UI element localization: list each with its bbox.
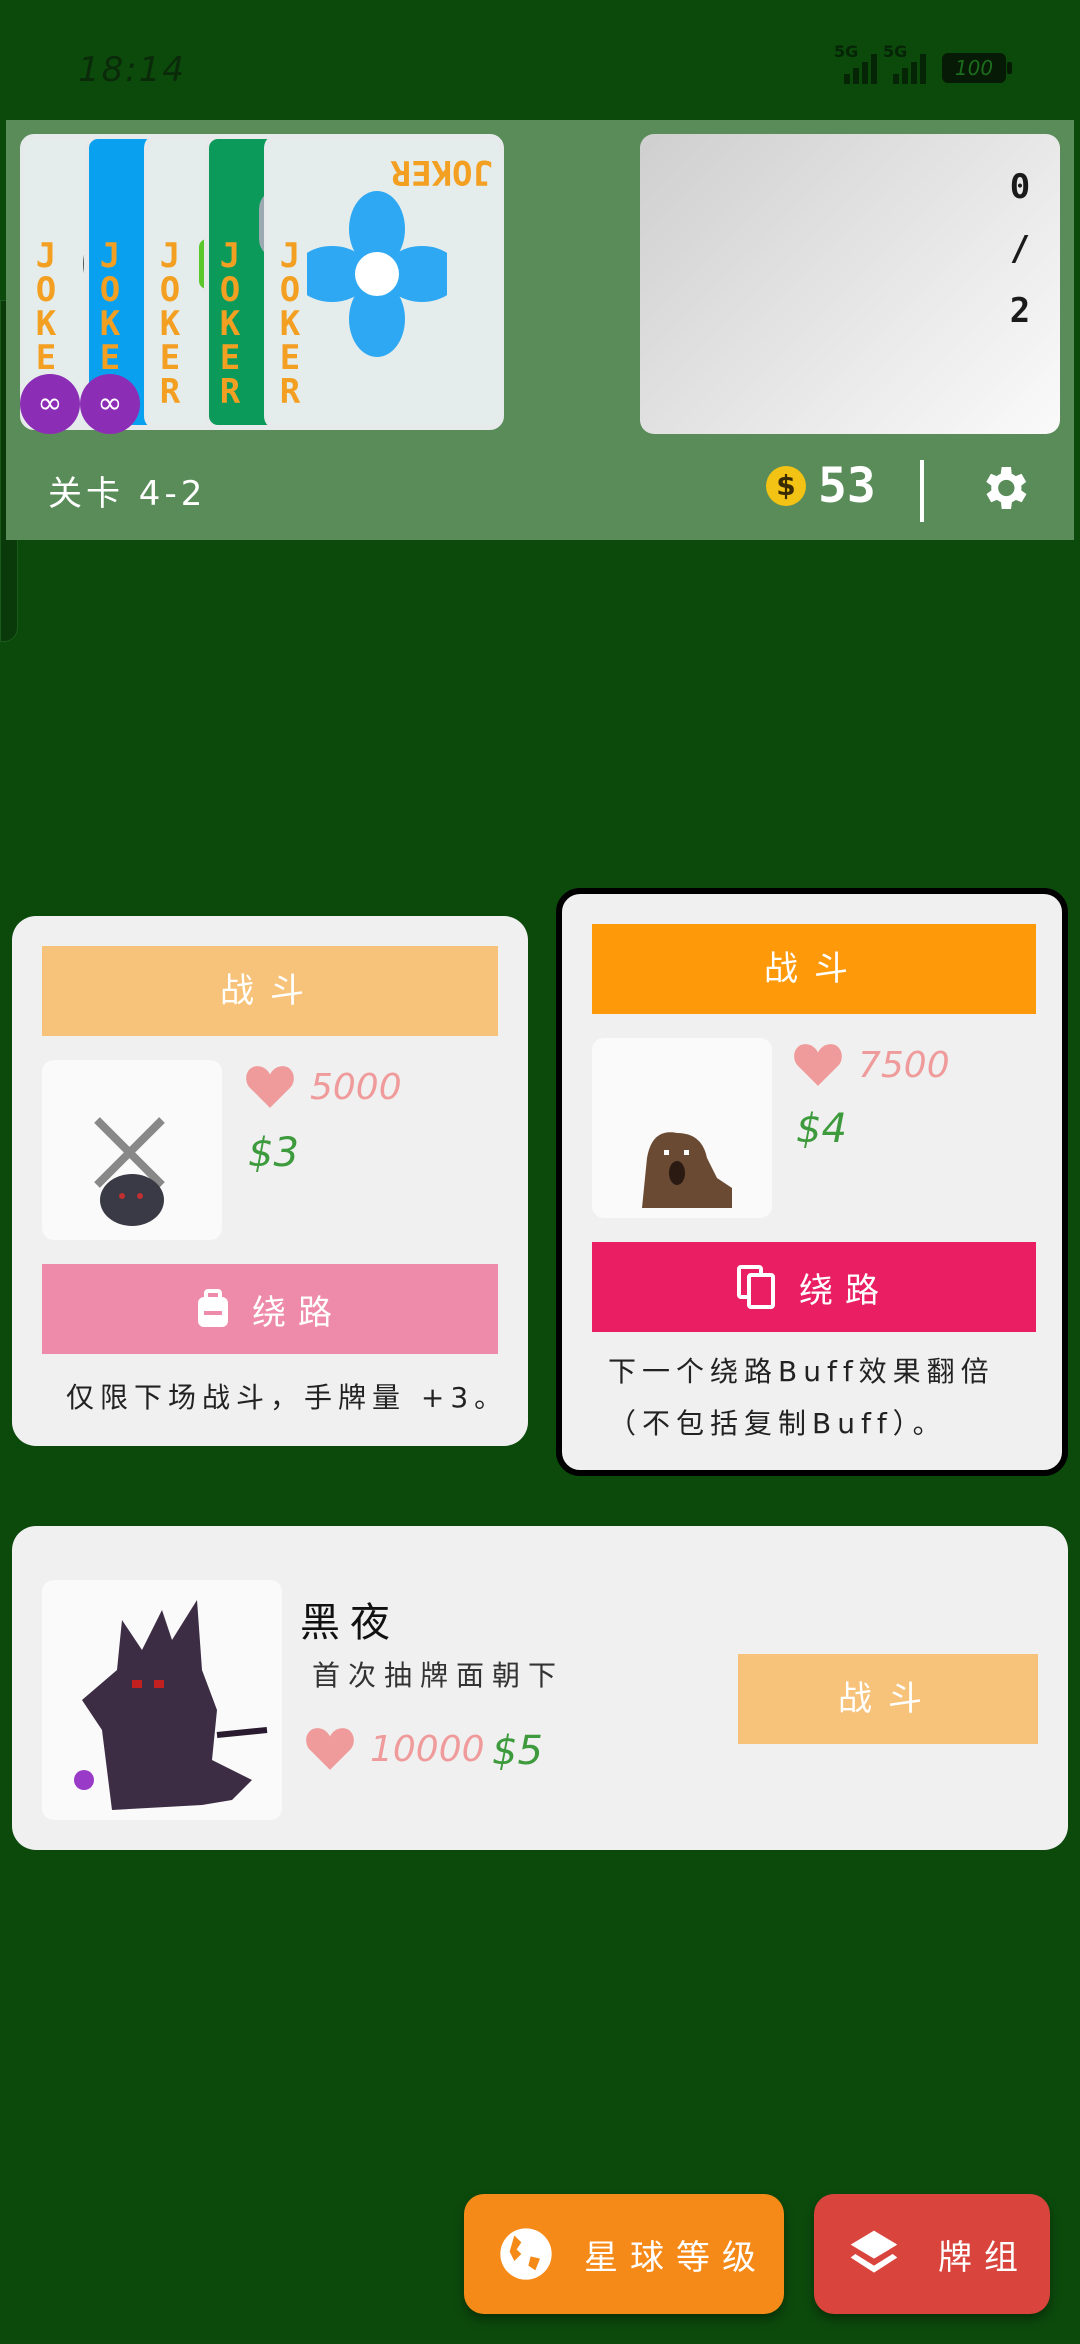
dark-shadow-boss-icon (74, 1600, 268, 1810)
status-time: 18:14 (78, 50, 186, 90)
copy-icon (737, 1265, 775, 1309)
boss-effect: 首次抽牌面朝下 (312, 1659, 565, 1692)
hp-stat: 5000 (244, 1064, 402, 1110)
skip-description: 仅限下场战斗，手牌量 +3。 (66, 1381, 509, 1414)
status-bar: 18:14 5G 5G 100 (0, 0, 1080, 120)
consumable-slot[interactable]: 0 / 2 (640, 134, 1060, 434)
gear-icon[interactable] (976, 460, 1032, 516)
boss-portrait (42, 1580, 282, 1820)
skip-button[interactable]: 绕路 (592, 1242, 1036, 1332)
globe-icon (500, 2228, 552, 2280)
joker-label-inverted: JOKER (390, 152, 493, 192)
enemy-portrait (42, 1060, 222, 1240)
hp-value: 5000 (310, 1066, 402, 1108)
level-label: 关卡 4-2 (48, 474, 207, 514)
money-value: 53 (818, 458, 876, 514)
coin-icon: $ (766, 466, 806, 506)
skip-label: 绕路 (799, 1270, 891, 1311)
divider (920, 460, 924, 522)
blind-card-small: 战斗 5000 $3 绕路 仅限下场战斗，手牌量 +3。 (12, 916, 528, 1446)
deck-label: 牌组 (938, 2237, 1030, 2278)
skip-description-line-2: （不包括复制Buff）。 (608, 1407, 947, 1440)
fight-button[interactable]: 战斗 (592, 924, 1036, 1014)
deck-button[interactable]: 牌组 (814, 2194, 1050, 2314)
signal-icon-2: 5G (883, 42, 926, 84)
reward-value: $5 (492, 1728, 543, 1774)
slot-count-separator: / (1009, 229, 1031, 269)
signal-icon: 5G (834, 42, 877, 84)
heart-icon (306, 1728, 354, 1770)
joker-label: JOKER (279, 236, 301, 412)
slot-count-max: 2 (1009, 291, 1031, 331)
joker-label: JOKER (159, 236, 181, 412)
joker-card-5[interactable]: JOKER JOKER (264, 134, 504, 430)
enemy-portrait (592, 1038, 772, 1218)
mud-monster-icon (642, 1132, 732, 1208)
hp-value: 7500 (858, 1044, 950, 1086)
hp-stat: 10000 (304, 1726, 485, 1772)
boss-name: 黑夜 (300, 1600, 400, 1646)
top-panel: JOKER JOKER JOKER JOKER (6, 120, 1074, 540)
slot-counter: 0 / 2 (1000, 156, 1040, 342)
joker-strip: JOKER JOKER JOKER JOKER (20, 134, 624, 434)
reward-value: $4 (796, 1106, 847, 1152)
hp-stat: 7500 (792, 1042, 950, 1088)
fight-button[interactable]: 战斗 (42, 946, 498, 1036)
layers-icon (850, 2230, 898, 2273)
planet-level-button[interactable]: 星球等级 (464, 2194, 784, 2314)
heart-icon (794, 1044, 842, 1086)
infinity-badge: ∞ (20, 374, 80, 434)
battery-icon: 100 (942, 53, 1012, 83)
planet-level-label: 星球等级 (584, 2237, 768, 2278)
heart-icon (246, 1066, 294, 1108)
network-type-label-2: 5G (883, 42, 908, 61)
blue-flower-icon (307, 191, 447, 357)
hp-value: 10000 (370, 1728, 485, 1770)
joker-label: JOKER (219, 236, 241, 412)
skip-label: 绕路 (252, 1292, 344, 1333)
network-type-label: 5G (834, 42, 859, 61)
status-indicators: 5G 5G 100 (834, 42, 1012, 84)
slot-count-current: 0 (1009, 167, 1031, 207)
infinity-badge: ∞ (80, 374, 140, 434)
reward-value: $3 (248, 1130, 299, 1176)
fight-button[interactable]: 战斗 (738, 1654, 1038, 1744)
skip-description: 下一个绕路Buff效果翻倍 （不包括复制Buff）。 (608, 1346, 995, 1450)
skip-button[interactable]: 绕路 (42, 1264, 498, 1354)
crossed-swords-icon (94, 1117, 165, 1226)
blind-card-selected: 战斗 7500 $4 绕路 下一个绕路Buff效果翻倍 （不包括复制Buff）。 (556, 888, 1068, 1476)
backpack-icon (198, 1289, 228, 1327)
skip-description-line-1: 下一个绕路Buff效果翻倍 (608, 1355, 995, 1388)
